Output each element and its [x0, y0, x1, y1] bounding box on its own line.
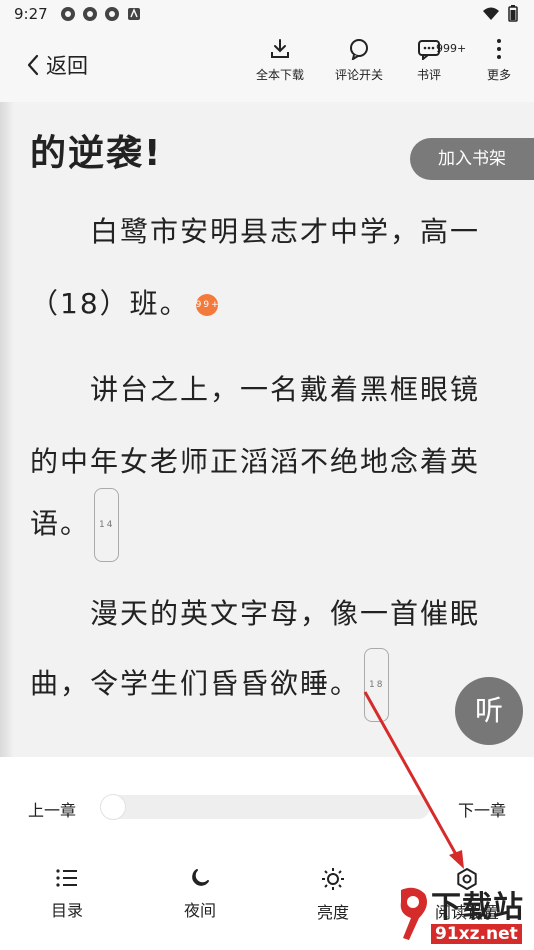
paragraph: 讲台之上，一名戴着黑框眼镜 — [30, 354, 510, 426]
night-mode-label: 夜间 — [183, 901, 216, 920]
night-mode-icon — [192, 869, 209, 886]
paragraph-line: 曲，令学生们昏昏欲睡。 — [30, 667, 361, 700]
paragraph-continued: 曲，令学生们昏昏欲睡。 18 — [30, 648, 510, 722]
add-to-shelf-button[interactable]: 加入书架 — [410, 138, 534, 180]
status-bar: 9:27 — [0, 0, 534, 28]
comment-toggle-icon — [350, 39, 368, 60]
watermark-url: 91xz.net — [431, 924, 522, 944]
more-button[interactable]: 更多 — [464, 38, 534, 83]
watermark-logo-icon — [400, 887, 427, 940]
paragraph: 漫天的英文字母，像一首催眠 — [30, 578, 510, 650]
notification-icons — [60, 6, 142, 22]
paragraph-comment-count[interactable]: 18 — [364, 648, 390, 722]
catalog-label: 目录 — [50, 901, 83, 920]
paragraph-line: 语。 — [30, 507, 91, 540]
review-count-badge: 999+ — [436, 42, 467, 55]
listen-button[interactable]: 听 — [455, 677, 523, 745]
catalog-icon — [56, 869, 77, 887]
night-mode-button[interactable]: 夜间 — [160, 867, 240, 921]
wifi-icon — [483, 7, 499, 20]
chapter-title: 的逆袭! — [30, 133, 163, 174]
book-review-button[interactable]: 999+ 书评 — [394, 38, 467, 83]
paragraph-comment-count[interactable]: 14 — [94, 488, 120, 562]
back-label: 返回 — [46, 54, 88, 78]
paragraph-line: （18）班。 — [30, 287, 190, 320]
app-notification-icon — [104, 6, 120, 22]
system-status — [482, 5, 518, 22]
catalog-button[interactable]: 目录 — [27, 867, 107, 921]
chevron-left-icon — [27, 54, 39, 76]
app-notification-icon — [60, 6, 76, 22]
download-all-label: 全本下载 — [255, 68, 304, 82]
previous-chapter-button[interactable]: 上一章 — [28, 797, 76, 821]
paragraph-line: 漫天的英文字母，像一首催眠 — [90, 597, 481, 630]
progress-slider-thumb[interactable] — [100, 794, 126, 820]
status-time: 9:27 — [14, 5, 48, 23]
download-icon — [271, 39, 289, 58]
brightness-label: 亮度 — [316, 903, 349, 922]
app-notification-icon — [82, 6, 98, 22]
comment-toggle-label: 评论开关 — [334, 68, 383, 82]
watermark-text: 下载站 — [431, 890, 524, 925]
app-notification-icon — [126, 6, 142, 22]
page-edge-shadow — [0, 102, 14, 757]
site-watermark: 下载站 91xz.net — [395, 880, 534, 950]
chapter-progress-slider[interactable] — [100, 794, 430, 820]
book-review-label: 书评 — [416, 68, 441, 82]
brightness-icon — [322, 868, 344, 890]
more-icon — [497, 39, 501, 59]
paragraph-comment-badge[interactable]: 99+ — [195, 294, 219, 316]
download-all-button[interactable]: 全本下载 — [245, 38, 315, 83]
paragraph-continued: 语。 14 — [30, 488, 510, 562]
paragraph: 白鹭市安明县志才中学，高一 — [30, 196, 510, 268]
paragraph-line: 讲台之上，一名戴着黑框眼镜 — [90, 373, 481, 406]
comment-toggle-button[interactable]: 评论开关 — [324, 38, 394, 83]
paragraph-continued: （18）班。 99+ — [30, 268, 510, 340]
paragraph-line: 白鹭市安明县志才中学，高一 — [90, 215, 481, 248]
back-button[interactable]: 返回 — [26, 50, 88, 80]
paragraph-line: 的中年女老师正滔滔不绝地念着英 — [30, 445, 481, 478]
next-chapter-button[interactable]: 下一章 — [458, 797, 506, 821]
reading-area[interactable]: 的逆袭! 白鹭市安明县志才中学，高一 （18）班。 99+ 讲台之上，一名戴着黑框… — [0, 102, 534, 757]
more-label: 更多 — [486, 68, 511, 82]
battery-icon — [508, 5, 518, 22]
reader-top-bar: 返回 全本下载 评论开关 999+ 书评 更多 — [0, 28, 534, 102]
brightness-button[interactable]: 亮度 — [293, 867, 373, 923]
